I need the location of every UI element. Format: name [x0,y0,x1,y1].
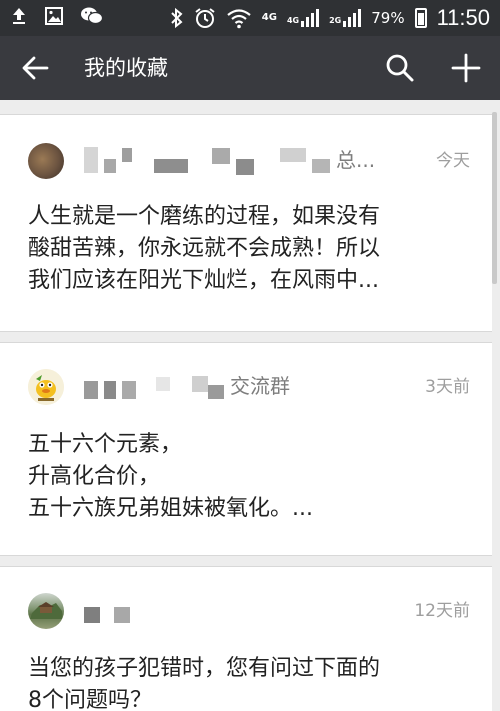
blurred-name [156,377,170,391]
content-line: 五十六个元素， [28,432,183,457]
alarm-icon [195,8,215,28]
blurred-name [104,381,116,399]
back-arrow-icon[interactable] [20,52,50,84]
plus-icon[interactable] [450,52,482,84]
favorite-item[interactable]: 总... 今天 人生就是一个磨练的过程，如果没有 酸甜苦辣，你永远就不会成熟！所… [0,114,492,332]
scenery-avatar-icon [30,602,62,619]
content-line: 当您的孩子犯错时，您有问过下面的 [28,656,381,681]
scrollbar[interactable] [492,112,497,284]
favorite-item[interactable]: 交流群 3天前 五十六个元素， 升高化合价， 五十六族兄弟姐妹被氧化。... [0,342,492,556]
battery-icon [414,8,427,28]
blurred-name [122,381,136,399]
avatar [28,593,64,629]
wifi-icon [227,9,251,29]
app-bar: 我的收藏 [0,36,500,100]
status-bar: 4G 4G 2G 79% 11:50 [0,0,500,36]
blurred-name [122,148,132,162]
content-line: 我们应该在阳光下灿烂，在风雨中... [28,268,379,293]
status-bar-right: 4G 4G 2G 79% 11:50 [170,4,490,32]
content-line: 8个问题吗？ [28,688,152,711]
blurred-name [104,159,116,173]
blurred-name [84,607,100,623]
item-content: 人生就是一个磨练的过程，如果没有 酸甜苦辣，你永远就不会成熟！所以 我们应该在阳… [28,201,478,297]
blurred-name [280,148,306,162]
item-source: 交流群 [84,371,290,401]
search-icon[interactable] [384,52,416,84]
item-time: 3天前 [425,377,470,397]
blurred-name [84,147,98,173]
item-source-name: 交流群 [230,374,290,398]
blurred-name [192,376,208,392]
blurred-name [84,381,98,399]
item-source [84,595,130,625]
battery-percent: 79% [371,9,405,27]
network-type-label-2: 4G [286,16,300,25]
item-source-name: 总... [336,148,376,172]
avatar [28,369,64,405]
blurred-name [236,159,254,175]
item-time: 12天前 [414,601,470,621]
blurred-name [208,385,224,399]
bluetooth-icon [171,7,183,29]
content-line: 酸甜苦辣，你永远就不会成熟！所以 [28,236,381,261]
avatar [28,143,64,179]
item-content: 当您的孩子犯错时，您有问过下面的 8个问题吗？ [28,653,478,711]
favorites-list: 总... 今天 人生就是一个磨练的过程，如果没有 酸甜苦辣，你永远就不会成熟！所… [0,100,500,711]
blurred-name [312,159,330,173]
wechat-icon [81,7,104,25]
item-time: 今天 [436,151,470,171]
content-line: 五十六族兄弟姐妹被氧化。... [28,496,313,521]
network-type-label: 4G [261,12,277,23]
blurred-name [154,159,188,173]
network-type-label-3: 2G [329,16,342,25]
content-line: 升高化合价， [28,464,161,489]
page-title: 我的收藏 [84,56,168,80]
duck-avatar-icon [28,369,64,405]
signal-icon [301,9,320,27]
blurred-name [212,148,230,164]
signal-icon-2 [343,9,362,27]
image-icon [45,7,63,25]
item-content: 五十六个元素， 升高化合价， 五十六族兄弟姐妹被氧化。... [28,429,478,525]
content-line: 人生就是一个磨练的过程，如果没有 [28,204,381,229]
favorite-item[interactable]: 12天前 当您的孩子犯错时，您有问过下面的 8个问题吗？ [0,566,492,711]
upload-icon [13,8,25,24]
blurred-name [114,607,130,623]
clock: 11:50 [436,5,490,30]
item-source: 总... [84,145,375,175]
status-bar-left [10,6,104,26]
